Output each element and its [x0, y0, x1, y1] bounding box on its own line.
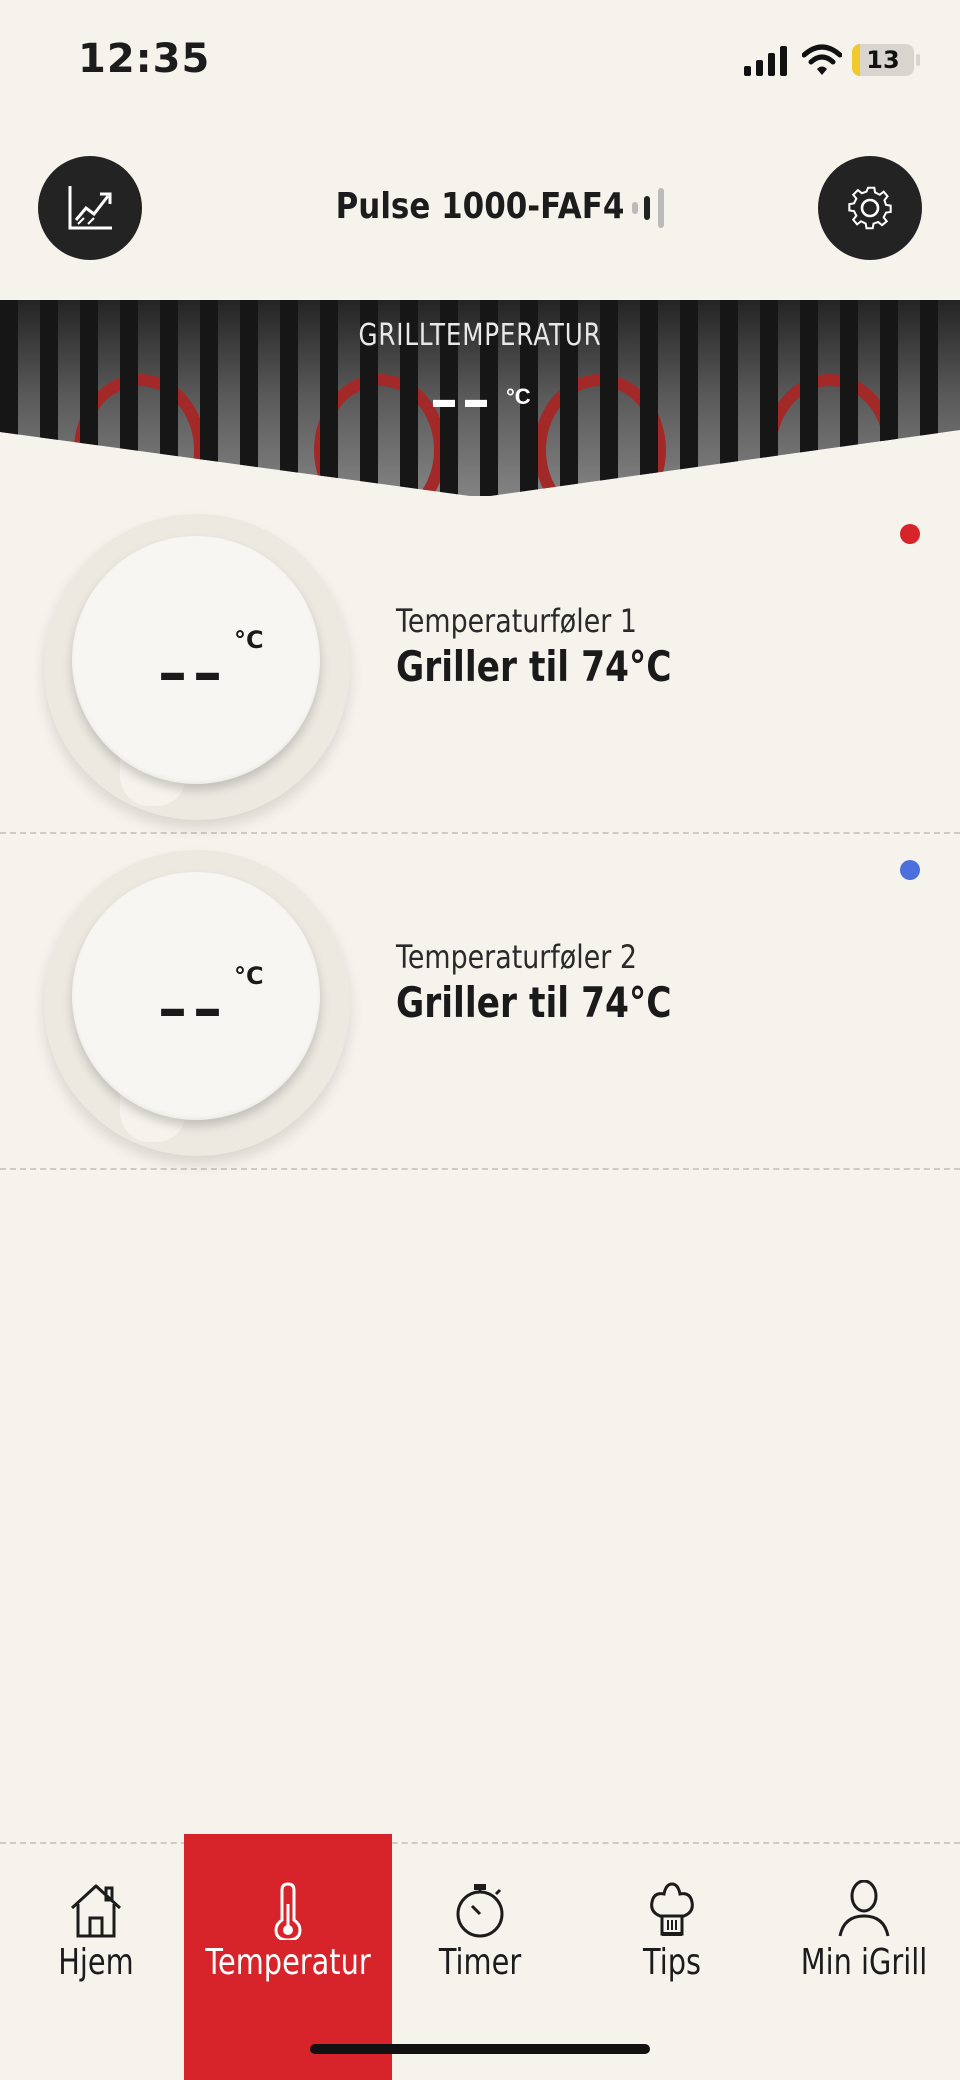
user-icon — [838, 1880, 890, 1937]
battery-level: 13 — [866, 46, 900, 74]
tab-label: Timer — [438, 1942, 522, 1983]
probe-row-2[interactable]: –– °C Temperaturføler 2 Griller til 74°C — [0, 832, 960, 1170]
stopwatch-icon — [456, 1884, 504, 1938]
settings-button[interactable] — [818, 156, 922, 260]
grill-temperature-banner: GRILLTEMPERATUR –– °C — [0, 300, 960, 496]
tab-label: Tips — [643, 1942, 701, 1983]
chef-hat-icon — [650, 1882, 694, 1936]
probe-temperature-unit: °C — [234, 962, 264, 990]
home-indicator — [310, 2044, 650, 2054]
probe-name: Temperaturføler 2 — [396, 938, 637, 976]
signal-icon — [744, 46, 787, 76]
grill-temperature-label: GRILLTEMPERATUR — [358, 318, 602, 353]
signal-strength-icon — [632, 188, 664, 228]
probe-temperature-unit: °C — [234, 626, 264, 654]
device-title: Pulse 1000-FAF4 — [335, 186, 625, 227]
probe-status: Griller til 74°C — [396, 642, 672, 691]
probe-color-dot — [900, 524, 920, 544]
probe-temperature-value: –– — [158, 638, 228, 706]
probe-row-1[interactable]: –– °C Temperaturføler 1 Griller til 74°C — [0, 496, 960, 834]
status-time: 12:35 — [78, 36, 211, 82]
battery-icon: 13 — [852, 44, 914, 76]
tab-label: Temperatur — [205, 1942, 371, 1983]
tab-hjem[interactable]: Hjem — [0, 1844, 192, 2080]
thermometer-icon — [274, 1882, 302, 1940]
probe-name: Temperaturføler 1 — [396, 602, 637, 640]
tab-min-igrill[interactable]: Min iGrill — [768, 1844, 960, 2080]
probe-color-dot — [900, 860, 920, 880]
gear-icon — [848, 186, 892, 230]
tab-label: Min iGrill — [800, 1942, 928, 1983]
status-bar: 12:35 13 — [0, 0, 960, 120]
header: Pulse 1000-FAF4 — [0, 148, 960, 268]
probe-temperature-value: –– — [158, 974, 228, 1042]
grill-temperature-value: –– — [430, 368, 494, 433]
probe-status: Griller til 74°C — [396, 978, 672, 1027]
home-icon — [70, 1884, 122, 1938]
tab-label: Hjem — [58, 1942, 134, 1983]
wifi-icon — [802, 44, 842, 75]
grill-temperature-unit: °C — [506, 384, 531, 409]
